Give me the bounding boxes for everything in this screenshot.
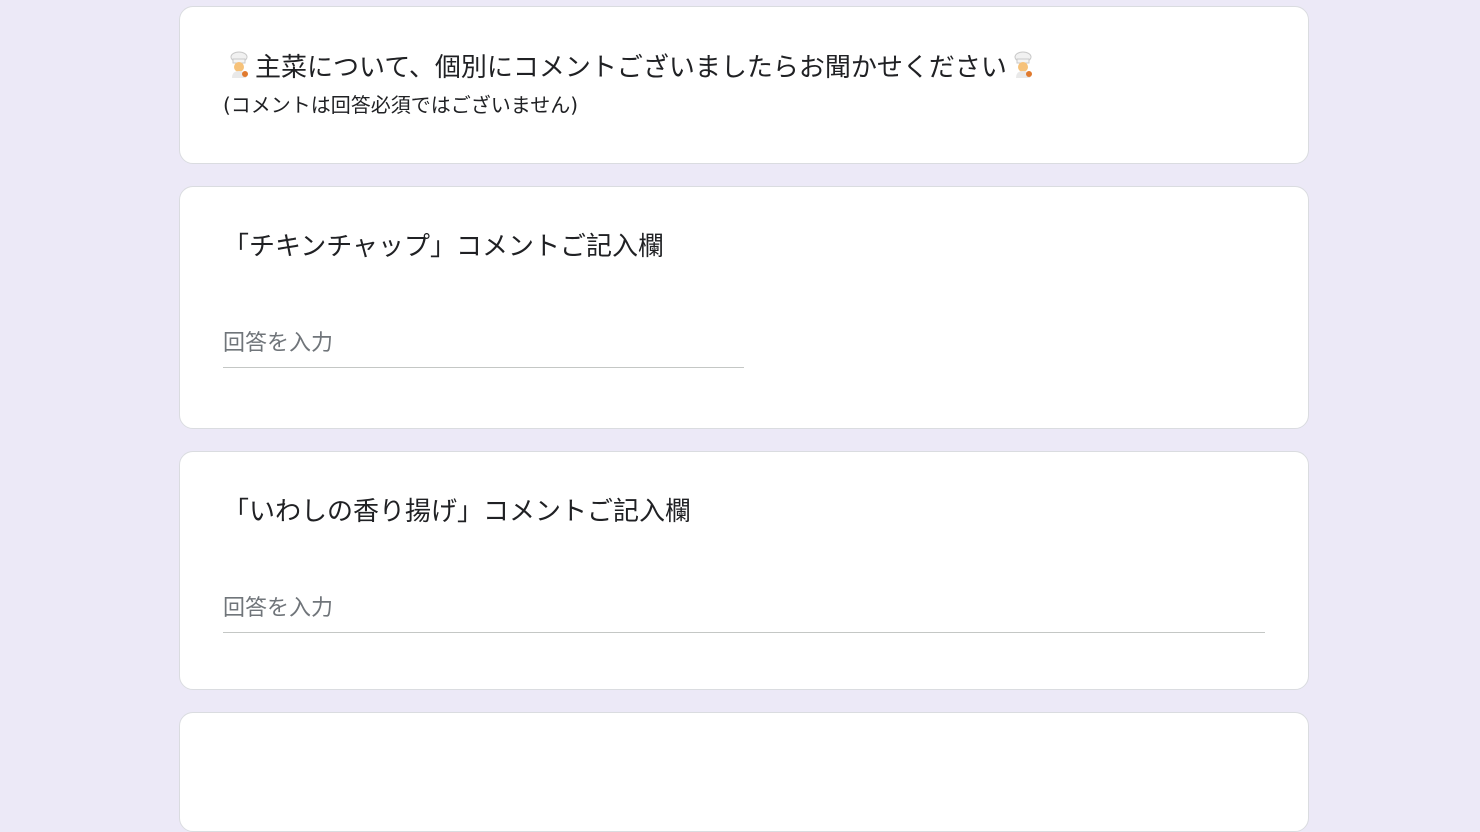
section-header-card: 主菜について、個別にコメントございましたらお聞かせください (コメントは回答必須… xyxy=(179,6,1309,164)
next-question-card xyxy=(179,712,1309,832)
form-container: 主菜について、個別にコメントございましたらお聞かせください (コメントは回答必須… xyxy=(179,6,1309,832)
section-description: (コメントは回答必須ではございません) xyxy=(223,93,579,117)
question-title: 「チキンチャップ」コメントご記入欄 xyxy=(223,232,664,262)
answer-input[interactable] xyxy=(223,329,744,368)
chef-emoji-icon xyxy=(230,51,248,78)
answer-input[interactable] xyxy=(223,594,1265,633)
section-title-text: 主菜について、個別にコメントございましたらお聞かせください xyxy=(255,53,1007,83)
question-card-sardine: 「いわしの香り揚げ」コメントご記入欄 xyxy=(179,451,1309,690)
chef-emoji-icon xyxy=(1014,51,1032,78)
question-card-chicken-chop: 「チキンチャップ」コメントご記入欄 xyxy=(179,186,1309,429)
section-title: 主菜について、個別にコメントございましたらお聞かせください xyxy=(223,50,1039,86)
question-title: 「いわしの香り揚げ」コメントご記入欄 xyxy=(223,497,692,527)
